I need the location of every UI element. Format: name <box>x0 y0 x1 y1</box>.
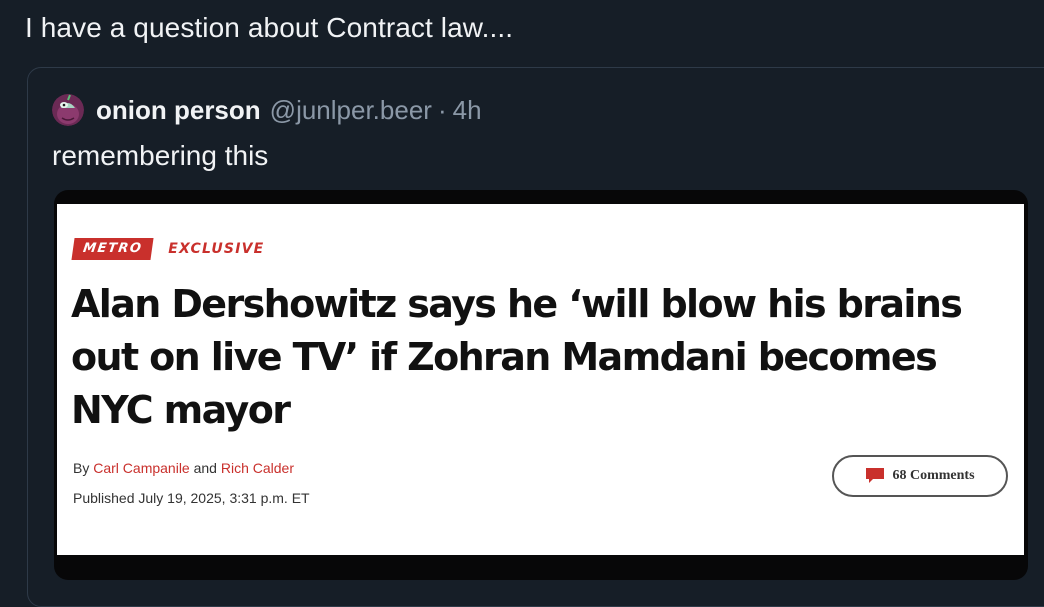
author-handle[interactable]: @junlper.beer <box>270 95 432 126</box>
embedded-image[interactable]: METRO EXCLUSIVE Alan Dershowitz says he … <box>54 190 1028 580</box>
post-text: I have a question about Contract law.... <box>25 12 514 43</box>
comment-bubble-icon <box>865 467 885 485</box>
exclusive-tag: EXCLUSIVE <box>168 241 265 257</box>
byline-and: and <box>193 460 217 476</box>
byline-author-2: Rich Calder <box>220 460 294 476</box>
onion-avatar-icon[interactable] <box>52 94 84 126</box>
quoted-post-text: remembering this <box>52 140 269 171</box>
header-separator: · <box>437 94 447 125</box>
byline-prefix: By <box>73 460 90 476</box>
article-tags: METRO EXCLUSIVE <box>71 238 265 260</box>
comments-button: 68 Comments <box>832 455 1008 497</box>
post-timestamp[interactable]: 4h <box>453 95 482 126</box>
quoted-post-header: onion person @junlper.beer · 4h <box>52 92 482 128</box>
comments-label: 68 Comments <box>892 468 975 483</box>
news-article-screenshot: METRO EXCLUSIVE Alan Dershowitz says he … <box>57 204 1024 555</box>
published-date: Published July 19, 2025, 3:31 p.m. ET <box>73 490 310 506</box>
article-byline: By Carl Campanile and Rich Calder <box>73 460 294 476</box>
author-name[interactable]: onion person <box>96 95 261 126</box>
byline-author-1: Carl Campanile <box>93 460 190 476</box>
section-tag: METRO <box>71 238 154 260</box>
article-headline: Alan Dershowitz says he ‘will blow his b… <box>71 282 963 432</box>
